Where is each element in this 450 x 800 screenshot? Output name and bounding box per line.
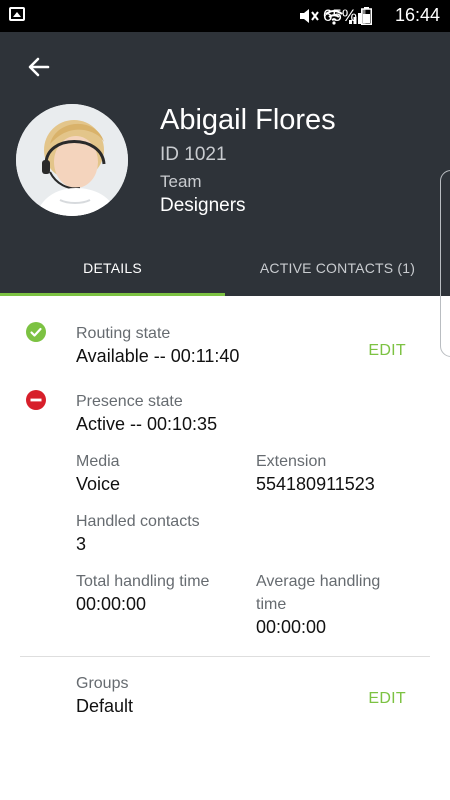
presence-state-minus-icon — [26, 390, 46, 410]
groups-label: Groups — [76, 675, 129, 692]
total-handling-time-label: Total handling time — [76, 573, 210, 590]
agent-photo — [16, 104, 128, 216]
groups-value: Default — [76, 696, 134, 716]
tab-active-contacts-label: ACTIVE CONTACTS (1) — [259, 260, 416, 276]
media-label: Media — [76, 453, 120, 470]
tab-active-contacts[interactable]: ACTIVE CONTACTS (1) — [225, 250, 450, 296]
tab-details-label: DETAILS — [83, 260, 142, 276]
team-name: Designers — [160, 195, 246, 216]
routing-state-edit-button[interactable]: EDIT — [368, 342, 406, 360]
team-label: Team — [160, 172, 202, 191]
clock: 16:44 — [394, 5, 440, 25]
back-button[interactable] — [24, 52, 54, 82]
routing-state-label: Routing state — [76, 325, 171, 342]
arrow-left-icon — [28, 57, 50, 77]
extension-value: 554180911523 — [256, 474, 375, 494]
profile-header: Abigail Flores ID 1021 Team Designers DE… — [0, 32, 450, 296]
battery-icon — [361, 7, 372, 25]
gallery-notification-icon — [9, 7, 25, 21]
media-value: Voice — [76, 474, 121, 494]
extension-label: Extension — [256, 453, 327, 470]
side-panel-handle[interactable] — [440, 170, 450, 357]
avatar — [16, 104, 128, 216]
minus-icon — [30, 398, 42, 402]
battery-percent: 65% — [322, 6, 357, 25]
agent-id: ID 1021 — [160, 144, 227, 165]
tab-selected-indicator — [0, 293, 225, 296]
presence-state-value: Active -- 00:10:35 — [76, 414, 218, 434]
groups-edit-button[interactable]: EDIT — [368, 690, 406, 708]
average-handling-time-label-line1: Average handling — [256, 573, 381, 590]
average-handling-time-value: 00:00:00 — [256, 617, 327, 637]
handled-contacts-label: Handled contacts — [76, 513, 200, 530]
total-handling-time-value: 00:00:00 — [76, 594, 147, 614]
agent-name: Abigail Flores — [160, 104, 336, 136]
status-bar: 65% 16:44 — [0, 0, 450, 32]
routing-state-value: Available -- 00:11:40 — [76, 346, 240, 366]
divider — [20, 656, 430, 657]
handled-contacts-value: 3 — [76, 534, 87, 554]
check-icon — [30, 327, 42, 337]
average-handling-time-label-line2: time — [256, 596, 287, 613]
routing-state-check-icon — [26, 322, 46, 342]
battery-group: 65% — [323, 6, 372, 26]
tab-details[interactable]: DETAILS — [0, 250, 225, 296]
presence-state-label: Presence state — [76, 393, 183, 410]
mute-icon — [300, 9, 319, 23]
